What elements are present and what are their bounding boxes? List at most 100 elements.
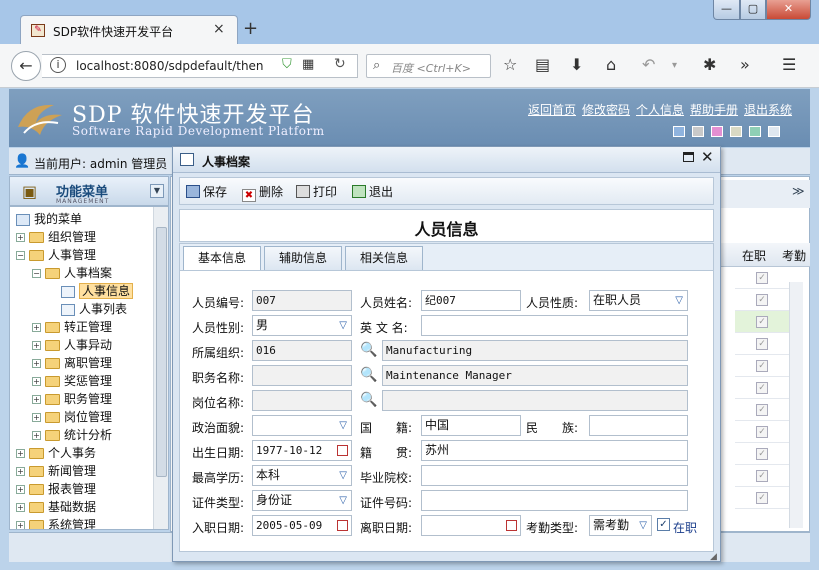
- menu-hamburger-icon[interactable]: ☰: [782, 55, 796, 74]
- theme-swatch[interactable]: [711, 126, 723, 137]
- chevron-down-icon[interactable]: ▾: [672, 60, 677, 71]
- dropdown-arrow-icon[interactable]: ▽: [675, 291, 683, 310]
- tree-item[interactable]: 人事列表: [48, 300, 127, 318]
- undo-icon[interactable]: ↶: [642, 55, 655, 74]
- shield-icon[interactable]: ⛉: [282, 57, 292, 72]
- link-personal-info[interactable]: 个人信息: [636, 101, 684, 118]
- site-info-icon[interactable]: i: [50, 57, 66, 73]
- theme-swatch[interactable]: [673, 126, 685, 137]
- row-checkbox[interactable]: ✓: [756, 470, 768, 482]
- table-row[interactable]: ✓: [735, 443, 789, 465]
- education-select[interactable]: 本科 ▽: [252, 465, 352, 486]
- tree-item[interactable]: + 转正管理: [32, 318, 112, 336]
- tree-expander-icon[interactable]: +: [32, 359, 41, 368]
- extension-icon[interactable]: ✱: [703, 55, 716, 74]
- tree-item[interactable]: + 基础数据: [16, 498, 96, 516]
- home-icon[interactable]: ⌂: [606, 55, 616, 74]
- hire-date-field[interactable]: 2005-05-09: [252, 515, 352, 536]
- tree-expander-icon[interactable]: +: [32, 341, 41, 350]
- link-help[interactable]: 帮助手册: [690, 101, 738, 118]
- tree-item[interactable]: + 统计分析: [32, 426, 112, 444]
- gender-select[interactable]: 男 ▽: [252, 315, 352, 336]
- dropdown-arrow-icon[interactable]: ▽: [339, 416, 347, 435]
- table-row[interactable]: ✓: [735, 311, 789, 333]
- tree-item[interactable]: − 人事管理: [16, 246, 96, 264]
- delete-button[interactable]: ✖ 删除: [242, 183, 283, 202]
- row-checkbox[interactable]: ✓: [756, 272, 768, 284]
- row-checkbox[interactable]: ✓: [756, 448, 768, 460]
- tree-expander-icon[interactable]: −: [16, 251, 25, 260]
- id-no-field[interactable]: [421, 490, 688, 511]
- dropdown-arrow-icon[interactable]: ▽: [339, 466, 347, 485]
- dialog-close-icon[interactable]: ✕: [701, 148, 714, 166]
- grid-scrollbar[interactable]: [789, 282, 803, 528]
- resize-grip-icon[interactable]: ◢: [710, 552, 717, 562]
- table-row[interactable]: ✓: [735, 399, 789, 421]
- title-lookup-icon[interactable]: 🔍: [360, 367, 377, 383]
- window-maximize-button[interactable]: ▢: [740, 0, 766, 20]
- row-checkbox[interactable]: ✓: [756, 316, 768, 328]
- col-on-job[interactable]: 在职: [742, 247, 766, 264]
- back-button[interactable]: ←: [11, 51, 41, 81]
- window-minimize-button[interactable]: —: [713, 0, 740, 20]
- title-name-field[interactable]: Maintenance Manager: [382, 365, 688, 386]
- reading-list-icon[interactable]: ▤: [535, 55, 550, 74]
- menu-collapse-icon[interactable]: ▼: [150, 184, 164, 198]
- tree-item[interactable]: + 新闻管理: [16, 462, 96, 480]
- tree-expander-icon[interactable]: +: [16, 503, 25, 512]
- tree-expander-icon[interactable]: +: [32, 377, 41, 386]
- birth-date-field[interactable]: 1977-10-12: [252, 440, 352, 461]
- row-checkbox[interactable]: ✓: [756, 294, 768, 306]
- dropdown-arrow-icon[interactable]: ▽: [339, 316, 347, 335]
- school-field[interactable]: [421, 465, 688, 486]
- tree-expander-icon[interactable]: +: [16, 467, 25, 476]
- theme-swatch[interactable]: [749, 126, 761, 137]
- table-row[interactable]: ✓: [735, 333, 789, 355]
- scrollbar-thumb[interactable]: [156, 227, 167, 477]
- calendar-icon[interactable]: [337, 520, 348, 531]
- row-checkbox[interactable]: ✓: [756, 338, 768, 350]
- download-icon[interactable]: ⬇: [570, 55, 583, 74]
- on-job-checkbox[interactable]: ✓: [657, 518, 670, 531]
- table-row[interactable]: ✓: [735, 465, 789, 487]
- leave-date-field[interactable]: [421, 515, 521, 536]
- tree-item[interactable]: + 人事异动: [32, 336, 112, 354]
- col-attendance[interactable]: 考勤: [782, 247, 806, 264]
- tree-expander-icon[interactable]: +: [16, 449, 25, 458]
- save-button[interactable]: 保存: [186, 183, 227, 200]
- theme-swatch[interactable]: [692, 126, 704, 137]
- country-field[interactable]: 中国: [421, 415, 521, 436]
- post-lookup-icon[interactable]: 🔍: [360, 392, 377, 408]
- reload-icon[interactable]: ↻: [334, 56, 346, 72]
- print-button[interactable]: 打印: [296, 183, 337, 200]
- id-type-select[interactable]: 身份证 ▽: [252, 490, 352, 511]
- qr-code-icon[interactable]: ▦: [302, 57, 314, 72]
- tree-item[interactable]: + 组织管理: [16, 228, 96, 246]
- dialog-maximize-icon[interactable]: [683, 152, 694, 162]
- search-input[interactable]: ⌕ 百度 <Ctrl+K>: [366, 54, 491, 78]
- link-home[interactable]: 返回首页: [528, 101, 576, 118]
- tree-expander-icon[interactable]: +: [16, 485, 25, 494]
- window-close-button[interactable]: ✕: [766, 0, 811, 20]
- attendance-select[interactable]: 需考勤 ▽: [589, 515, 652, 536]
- org-code-field[interactable]: 016: [252, 340, 352, 361]
- tree-item[interactable]: + 奖惩管理: [32, 372, 112, 390]
- collapse-chevron-icon[interactable]: ≫: [792, 184, 805, 198]
- exit-button[interactable]: 退出: [352, 183, 393, 200]
- table-row[interactable]: ✓: [735, 289, 789, 311]
- eng-name-field[interactable]: [421, 315, 688, 336]
- emp-no-field[interactable]: 007: [252, 290, 352, 311]
- tree-expander-icon[interactable]: +: [32, 323, 41, 332]
- tab-auxiliary-info[interactable]: 辅助信息: [264, 246, 342, 270]
- row-checkbox[interactable]: ✓: [756, 382, 768, 394]
- tree-root[interactable]: 我的菜单: [16, 210, 82, 228]
- browser-tab[interactable]: ✎ SDP软件快速开发平台 ×: [20, 15, 238, 45]
- row-checkbox[interactable]: ✓: [756, 404, 768, 416]
- tree-item[interactable]: + 报表管理: [16, 480, 96, 498]
- bookmark-star-icon[interactable]: ☆: [503, 55, 517, 74]
- row-checkbox[interactable]: ✓: [756, 360, 768, 372]
- tree-item[interactable]: + 岗位管理: [32, 408, 112, 426]
- new-tab-button[interactable]: +: [243, 18, 258, 39]
- title-code-field[interactable]: [252, 365, 352, 386]
- tree-item[interactable]: − 人事档案: [32, 264, 112, 282]
